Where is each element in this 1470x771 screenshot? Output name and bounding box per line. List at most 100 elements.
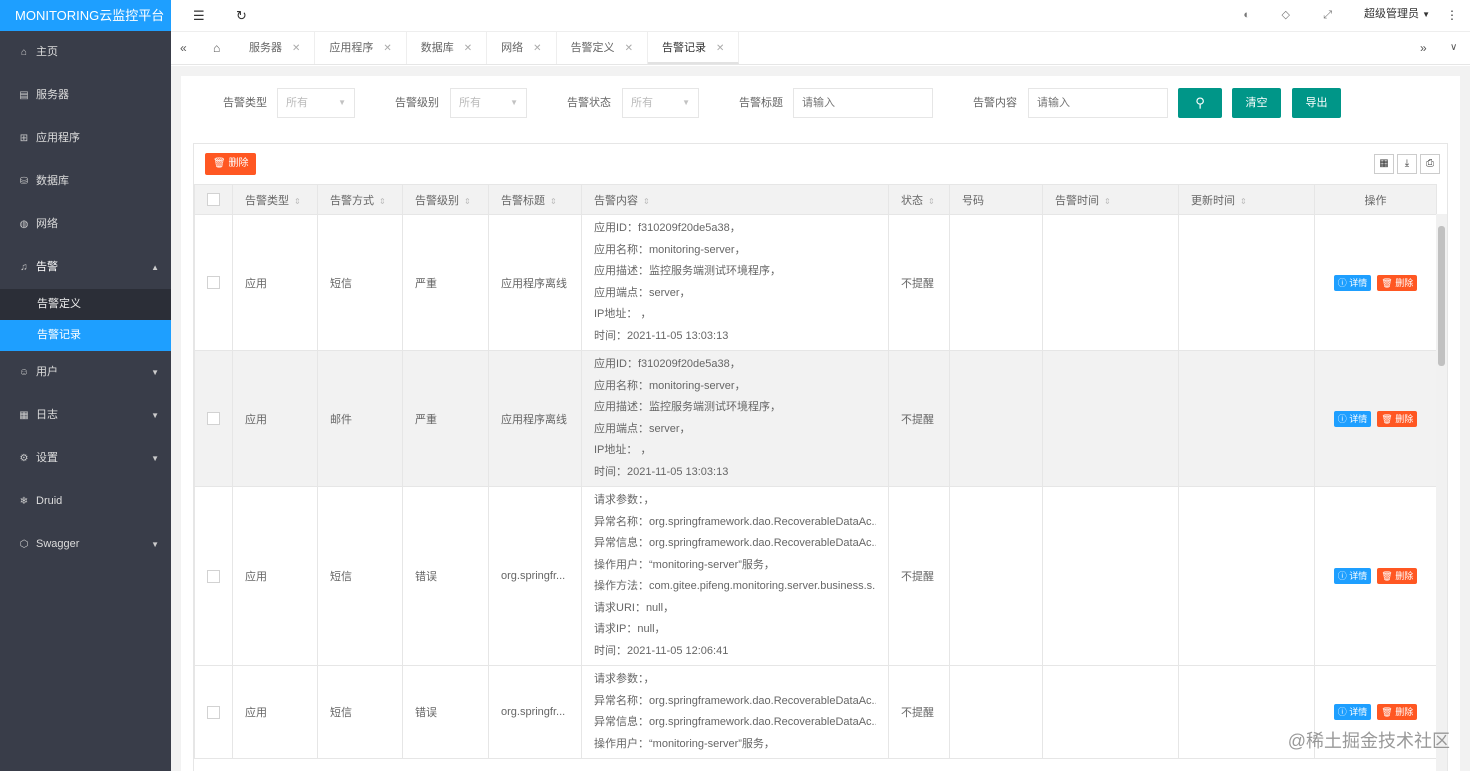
search-button[interactable]: ⚲ — [1178, 88, 1222, 118]
user-menu[interactable]: 超级管理员 ▼ — [1364, 0, 1430, 29]
export-table-icon[interactable]: ⤓ — [1397, 154, 1417, 174]
column-header-label: 告警标题 — [501, 194, 545, 207]
alarm-level-select[interactable]: 所有 ▼ — [450, 88, 527, 118]
sort-icon[interactable]: ⇕ — [928, 197, 935, 206]
column-header[interactable]: 状态 ⇕ — [888, 184, 950, 215]
sidebar-subitem-alarm-definition[interactable]: 告警定义 — [0, 289, 171, 320]
column-header[interactable]: 号码 — [949, 184, 1043, 215]
row-select-cell — [194, 214, 233, 351]
sort-icon[interactable]: ⇕ — [1240, 197, 1247, 206]
sidebar-subitem-alarm-record[interactable]: 告警记录 — [0, 320, 171, 351]
detail-button[interactable]: ⓘ 详情 — [1333, 410, 1372, 427]
detail-button[interactable]: ⓘ 详情 — [1333, 704, 1372, 720]
home-tab-icon[interactable]: ⌂ — [213, 32, 220, 64]
row-checkbox[interactable] — [207, 569, 220, 583]
close-icon[interactable]: ✕ — [383, 43, 391, 54]
sidebar-item-globe[interactable]: ◍ 网络 — [0, 203, 171, 246]
content-lines: 应用ID：f310209f20de5a38， 应用名称：monitoring-se… — [594, 354, 876, 483]
tab-2[interactable]: 数据库 ✕ — [407, 32, 488, 64]
close-icon[interactable]: ✕ — [533, 43, 541, 54]
cell-content: 请求参数：， 异常名称：org.springframework.dao.Recov… — [581, 486, 889, 666]
delete-button[interactable]: 🗑 删除 — [1377, 274, 1418, 291]
table-row: 应用 短信 错误 org.springfr... 请求参数：， 异常名称：org.spri… — [194, 665, 1437, 759]
row-checkbox[interactable] — [207, 276, 220, 289]
sidebar-item-user[interactable]: ☺ 用户 ▼ — [0, 351, 171, 394]
app-title[interactable]: MONITORING云监控平台 — [0, 0, 171, 31]
close-icon[interactable]: ✕ — [464, 43, 472, 54]
sort-icon[interactable]: ⇕ — [464, 197, 471, 206]
cell-phone — [949, 214, 1043, 351]
tabs-menu-chevron-icon[interactable]: ∨ — [1450, 32, 1457, 64]
sidebar-item-home[interactable]: ⌂ 主页 — [0, 31, 171, 74]
sort-icon[interactable]: ⇕ — [1104, 197, 1111, 206]
more-icon[interactable]: ⋮ — [1446, 0, 1458, 31]
column-header[interactable]: 告警方式 ⇕ — [317, 184, 403, 215]
sidebar-item-app[interactable]: ⊞ 应用程序 — [0, 117, 171, 160]
sidebar-item-server[interactable]: ▤ 服务器 — [0, 74, 171, 117]
sort-icon[interactable]: ⇕ — [294, 197, 301, 206]
column-header[interactable]: 操作 — [1314, 184, 1437, 215]
cell-title: 应用程序离线 — [488, 350, 582, 487]
fullscreen-icon[interactable]: ⤢ — [1323, 0, 1332, 31]
delete-button[interactable]: 🗑 删除 — [1377, 704, 1418, 720]
delete-button[interactable]: 🗑 删除 — [1377, 410, 1418, 427]
tab-1[interactable]: 应用程序 ✕ — [315, 32, 407, 64]
tabs-scroll-right-icon[interactable]: » — [1420, 32, 1427, 64]
columns-filter-icon[interactable]: ▦ — [1374, 154, 1394, 174]
alarm-status-select[interactable]: 所有 ▼ — [622, 88, 699, 118]
column-header[interactable]: 告警级别 ⇕ — [402, 184, 489, 215]
tab-3[interactable]: 网络 ✕ — [487, 32, 557, 64]
select-all-cell — [194, 184, 233, 215]
sidebar-item-cube[interactable]: ⬡ Swagger ▼ — [0, 523, 171, 566]
cube-icon: ⬡ — [19, 539, 29, 550]
refresh-icon[interactable]: ↻ — [236, 0, 247, 31]
sort-icon[interactable]: ⇕ — [550, 197, 557, 206]
column-header-label: 告警类型 — [245, 194, 289, 207]
tabs-scroll-left-icon[interactable]: « — [180, 32, 187, 64]
tag-icon[interactable]: ◇ — [1282, 0, 1290, 31]
column-header[interactable]: 告警内容 ⇕ — [581, 184, 889, 215]
cell-actions: ⓘ 详情 🗑 删除 — [1314, 214, 1437, 351]
alarm-content-input[interactable] — [1028, 88, 1168, 118]
detail-label: 详情 — [1349, 277, 1368, 288]
sort-icon[interactable]: ⇕ — [379, 197, 386, 206]
tab-4[interactable]: 告警定义 ✕ — [557, 32, 648, 64]
sidebar-item-log[interactable]: ▦ 日志 ▼ — [0, 394, 171, 437]
column-header-label: 号码 — [962, 194, 984, 207]
sidebar-item-bell[interactable]: ♫ 告警 ▲ — [0, 246, 171, 289]
vertical-scrollbar[interactable] — [1436, 214, 1447, 771]
content-line: 应用描述：监控服务端测试环境程序， — [594, 401, 781, 413]
theme-icon[interactable]: ◐ — [1243, 0, 1250, 31]
alarm-type-select[interactable]: 所有 ▼ — [277, 88, 355, 118]
column-header[interactable]: 告警标题 ⇕ — [488, 184, 582, 215]
close-icon[interactable]: ✕ — [625, 43, 633, 54]
row-checkbox[interactable] — [207, 705, 220, 719]
scrollbar-thumb[interactable] — [1438, 226, 1445, 366]
sidebar-item-gear[interactable]: ⚙ 设置 ▼ — [0, 437, 171, 480]
tab-0[interactable]: 服务器 ✕ — [235, 32, 316, 64]
sidebar-item-snowflake[interactable]: ❄ Druid — [0, 480, 171, 523]
print-icon[interactable]: ⎙ — [1420, 154, 1440, 174]
export-button[interactable]: 导出 — [1292, 88, 1341, 118]
row-select-cell — [194, 350, 233, 487]
close-icon[interactable]: ✕ — [716, 43, 724, 54]
detail-button[interactable]: ⓘ 详情 — [1333, 274, 1372, 291]
tab-5[interactable]: 告警记录 ✕ — [647, 32, 740, 64]
column-header[interactable]: 告警时间 ⇕ — [1042, 184, 1179, 215]
collapse-menu-icon[interactable]: ☰ — [193, 0, 205, 31]
select-all-checkbox[interactable] — [207, 193, 220, 206]
column-header[interactable]: 告警类型 ⇕ — [232, 184, 318, 215]
delete-button[interactable]: 🗑 删除 — [1377, 568, 1418, 584]
row-select-cell — [194, 665, 233, 759]
detail-button[interactable]: ⓘ 详情 — [1333, 568, 1372, 584]
batch-delete-button[interactable]: 🗑 删除 — [205, 153, 257, 175]
alarm-title-input[interactable] — [793, 88, 933, 118]
column-header[interactable]: 更新时间 ⇕ — [1178, 184, 1315, 215]
cell-alarm-time — [1042, 350, 1179, 487]
row-checkbox[interactable] — [207, 412, 220, 425]
close-icon[interactable]: ✕ — [292, 43, 300, 54]
sidebar-item-database[interactable]: ⛁ 数据库 — [0, 160, 171, 203]
clear-button[interactable]: 清空 — [1232, 88, 1281, 118]
filter-form: 告警类型 所有 ▼ 告警级别 所有 ▼ 告警状态 所有 ▼ 告警标题 告警内容 ⚲ 清… — [181, 88, 1460, 128]
sort-icon[interactable]: ⇕ — [643, 197, 650, 206]
